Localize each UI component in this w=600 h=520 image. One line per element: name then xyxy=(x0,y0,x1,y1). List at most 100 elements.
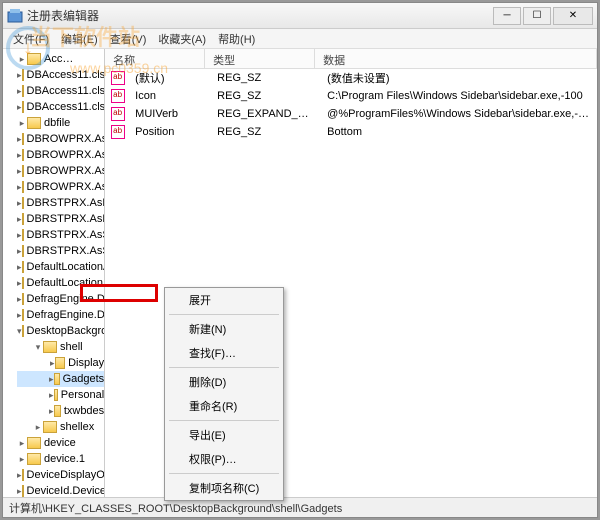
tree-item-label: DeviceDisplayO xyxy=(27,469,105,481)
tree-item[interactable]: ▸DeviceId.Device xyxy=(17,483,104,497)
value-row[interactable]: PositionREG_SZBottom xyxy=(105,123,597,141)
ctx-copy-key-name[interactable]: 复制项名称(C) xyxy=(165,476,283,500)
tree-item-label: DBAccess11.clsDbTe xyxy=(27,85,106,97)
minimize-button[interactable]: ─ xyxy=(493,7,521,25)
tree-item[interactable]: ▸DBRSTPRX.AsProxy.1 xyxy=(17,211,104,227)
expand-icon[interactable]: ▸ xyxy=(17,438,27,449)
tree-item[interactable]: ▸dbfile xyxy=(17,115,104,131)
folder-icon xyxy=(22,197,24,209)
tree-item[interactable]: ▸DefragEngine.Defrag xyxy=(17,307,104,323)
string-value-icon xyxy=(111,107,125,121)
tree-item[interactable]: ▸Gadgets xyxy=(17,371,104,387)
expand-icon[interactable]: ▸ xyxy=(33,422,43,433)
tree-item[interactable]: ▸DefaultLocationApi xyxy=(17,259,104,275)
tree-item-label: DBRSTPRX.AsProxy xyxy=(27,197,106,209)
folder-icon xyxy=(22,261,24,273)
folder-icon xyxy=(22,325,24,337)
folder-icon xyxy=(22,85,24,97)
tree-item[interactable]: ▸Display xyxy=(17,355,104,371)
tree-item-label: DeviceId.Device xyxy=(27,485,106,497)
tree-item[interactable]: ▸DBROWPRX.AsServer. xyxy=(17,179,104,195)
tree-item[interactable]: ▸DefragEngine.Defrag xyxy=(17,291,104,307)
tree-item[interactable]: ▸txwbdes xyxy=(17,403,104,419)
ctx-export[interactable]: 导出(E) xyxy=(165,423,283,447)
string-value-icon xyxy=(111,71,125,85)
menu-help[interactable]: 帮助(H) xyxy=(212,29,261,48)
col-data[interactable]: 数据 xyxy=(315,49,597,68)
folder-icon xyxy=(22,165,24,177)
ctx-new[interactable]: 新建(N) xyxy=(165,317,283,341)
folder-icon xyxy=(22,293,24,305)
tree-item[interactable]: ▸Personal xyxy=(17,387,104,403)
menu-edit[interactable]: 编辑(E) xyxy=(55,29,104,48)
expand-icon[interactable]: ▸ xyxy=(17,54,27,65)
folder-icon xyxy=(22,229,24,241)
folder-icon xyxy=(22,469,24,481)
ctx-delete[interactable]: 删除(D) xyxy=(165,370,283,394)
tree-item[interactable]: ▸DBAccess11.clsXmlFil xyxy=(17,99,104,115)
value-type: REG_EXPAND_SZ xyxy=(209,108,319,120)
window-title: 注册表编辑器 xyxy=(27,7,493,24)
value-name: Icon xyxy=(127,90,209,102)
maximize-button[interactable]: ☐ xyxy=(523,7,551,25)
tree-item[interactable]: ▾DesktopBackground xyxy=(17,323,104,339)
tree-item[interactable]: ▸shellex xyxy=(17,419,104,435)
tree-item[interactable]: ▸ Acc… xyxy=(17,51,104,67)
value-row[interactable]: MUIVerbREG_EXPAND_SZ@%ProgramFiles%\Wind… xyxy=(105,105,597,123)
menu-view[interactable]: 查看(V) xyxy=(104,29,153,48)
value-row[interactable]: IconREG_SZC:\Program Files\Windows Sideb… xyxy=(105,87,597,105)
tree-pane[interactable]: ▸Acc…▸DBAccess11.clsDaoTe▸DBAccess11.cls… xyxy=(3,49,105,497)
tree-item-label: device.1 xyxy=(44,453,85,465)
tree-item-label: txwbdes xyxy=(64,405,104,417)
tree-item[interactable]: ▸DBROWPRX.AsServer xyxy=(17,163,104,179)
menu-favorites[interactable]: 收藏夹(A) xyxy=(152,29,212,48)
tree-item-label: DefaultLocationApi xyxy=(27,261,106,273)
value-row[interactable]: (默认)REG_SZ(数值未设置) xyxy=(105,69,597,87)
tree-item[interactable]: ▸device xyxy=(17,435,104,451)
expand-icon[interactable]: ▸ xyxy=(17,454,27,465)
tree-item[interactable]: ▾shell xyxy=(17,339,104,355)
col-name[interactable]: 名称 xyxy=(105,49,205,68)
menubar: 文件(F) 编辑(E) 查看(V) 收藏夹(A) 帮助(H) xyxy=(3,29,597,49)
tree-item-label: DBROWPRX.AsProxy xyxy=(27,133,106,145)
tree-item-label: Display xyxy=(68,357,104,369)
folder-icon xyxy=(43,421,57,433)
tree-item[interactable]: ▸DBAccess11.clsDbTe xyxy=(17,83,104,99)
close-button[interactable]: ✕ xyxy=(553,7,593,25)
tree-item[interactable]: ▸DBAccess11.clsDaoTe xyxy=(17,67,104,83)
tree-item[interactable]: ▸DBRSTPRX.AsServer.1 xyxy=(17,243,104,259)
expand-icon[interactable]: ▸ xyxy=(17,118,27,129)
tree-item[interactable]: ▸DefaultLocation.Api.1 xyxy=(17,275,104,291)
tree-item-label: DefragEngine.Defrag xyxy=(27,293,106,305)
tree-item-label: Acc… xyxy=(44,53,73,65)
folder-icon xyxy=(27,53,41,65)
tree-item[interactable]: ▸DBRSTPRX.AsServer xyxy=(17,227,104,243)
tree-item[interactable]: ▸DeviceDisplayO xyxy=(17,467,104,483)
folder-icon xyxy=(27,453,41,465)
ctx-expand[interactable]: 展开 xyxy=(165,288,283,312)
tree-item[interactable]: ▸DBROWPRX.AsProxy.1 xyxy=(17,147,104,163)
value-type: REG_SZ xyxy=(209,90,319,102)
col-type[interactable]: 类型 xyxy=(205,49,315,68)
tree-item-label: DBROWPRX.AsServer. xyxy=(27,181,106,193)
menu-file[interactable]: 文件(F) xyxy=(7,29,55,48)
ctx-permissions[interactable]: 权限(P)… xyxy=(165,447,283,471)
folder-icon xyxy=(54,373,60,385)
tree-item-label: DBRSTPRX.AsServer.1 xyxy=(27,245,106,257)
value-type: REG_SZ xyxy=(209,126,319,138)
tree-item[interactable]: ▸DBROWPRX.AsProxy xyxy=(17,131,104,147)
tree-item-label: DBAccess11.clsDaoTe xyxy=(27,69,106,81)
ctx-rename[interactable]: 重命名(R) xyxy=(165,394,283,418)
value-data: @%ProgramFiles%\Windows Sidebar\sidebar.… xyxy=(319,108,597,120)
folder-icon xyxy=(22,485,24,497)
tree-item[interactable]: ▸DBRSTPRX.AsProxy xyxy=(17,195,104,211)
ctx-find[interactable]: 查找(F)… xyxy=(165,341,283,365)
tree-item-label: DBRSTPRX.AsProxy.1 xyxy=(27,213,106,225)
value-name: MUIVerb xyxy=(127,108,209,120)
tree-item[interactable]: ▸ device.1 xyxy=(17,451,104,467)
folder-icon xyxy=(55,357,65,369)
value-data: C:\Program Files\Windows Sidebar\sidebar… xyxy=(319,90,597,102)
folder-icon xyxy=(22,245,24,257)
folder-icon xyxy=(22,213,24,225)
expand-icon[interactable]: ▾ xyxy=(33,342,43,353)
